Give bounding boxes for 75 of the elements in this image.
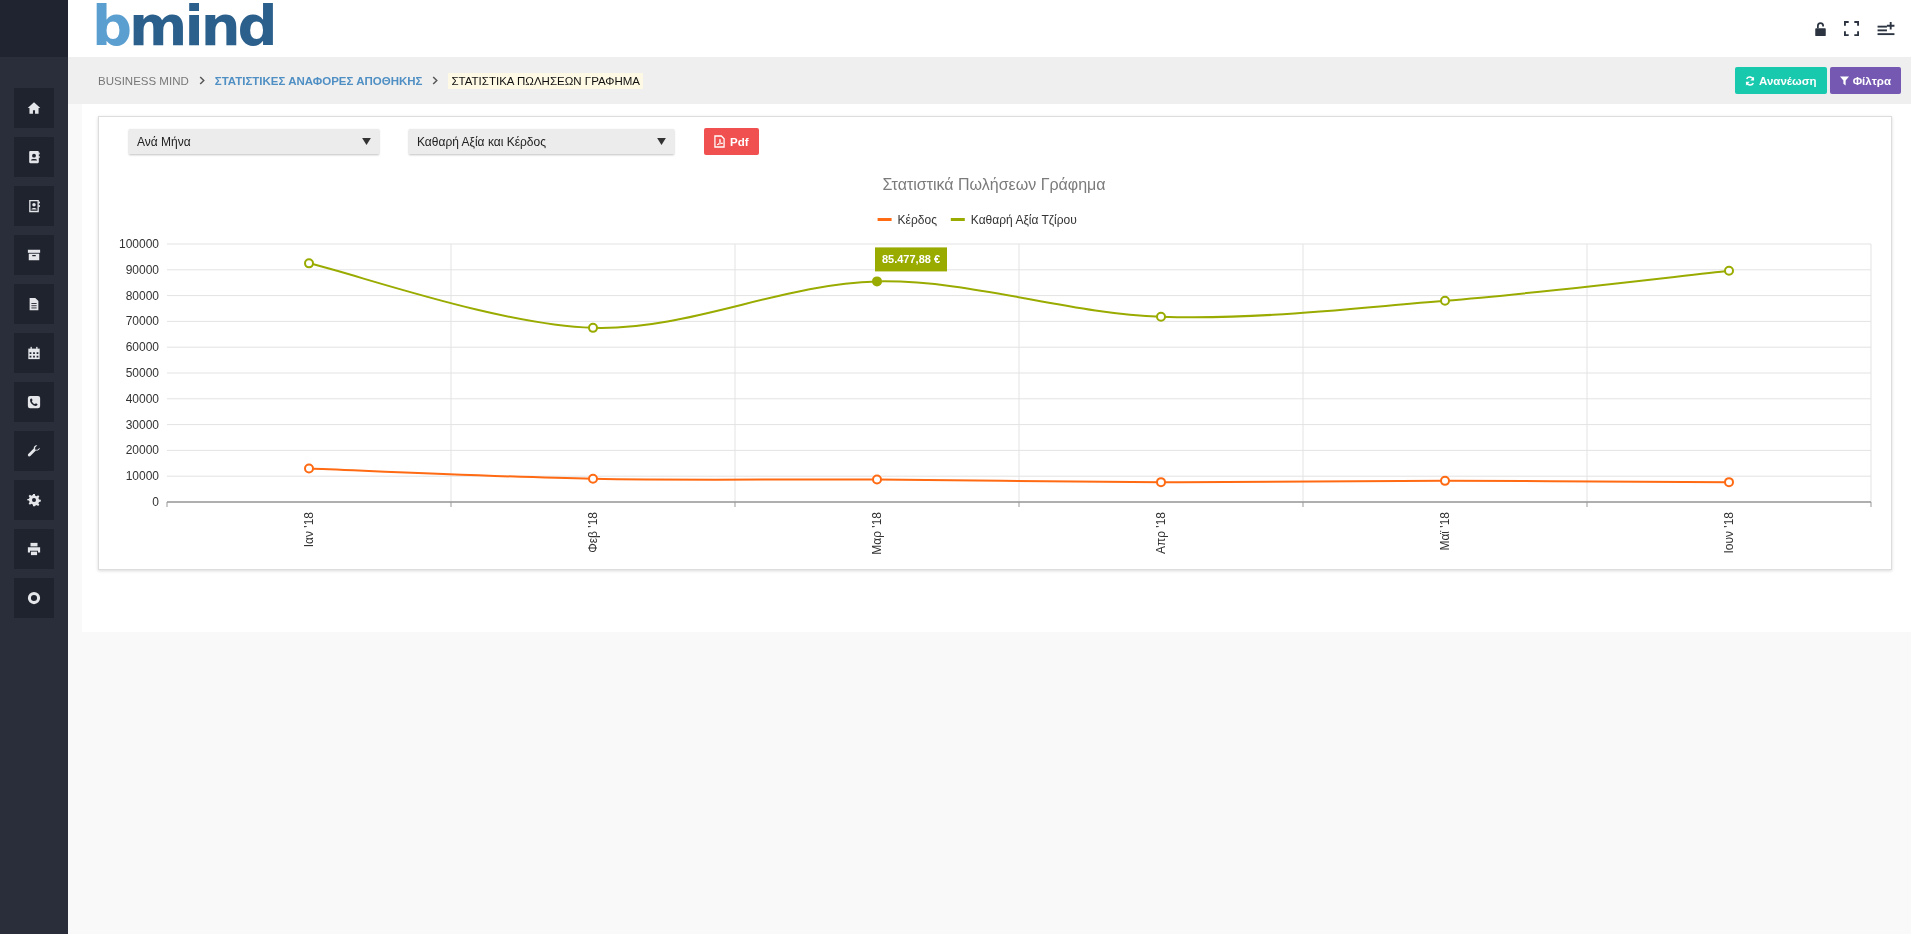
y-axis-label: 40000 [125, 391, 159, 406]
legend-item[interactable]: Κέρδος [877, 213, 937, 227]
sidebar-button[interactable] [14, 578, 54, 618]
y-axis-label: 90000 [125, 262, 159, 277]
archive-box-icon [27, 248, 41, 262]
x-axis-label: Απρ '18 [1154, 512, 1168, 555]
list-add-icon[interactable] [1877, 21, 1895, 36]
y-axis-label: 0 [152, 495, 159, 509]
y-axis-label: 30000 [125, 417, 159, 432]
breadcrumb-link[interactable]: BUSINESS MIND [98, 74, 189, 87]
sidebar-button[interactable] [14, 529, 54, 569]
x-axis-label: Ιουν '18 [1722, 512, 1736, 554]
y-axis-label: 10000 [125, 469, 159, 484]
sidebar-button[interactable] [14, 235, 54, 275]
data-point[interactable] [1440, 475, 1450, 486]
filter-button[interactable]: Φίλτρα [1829, 67, 1901, 94]
chevron-icon [198, 76, 205, 85]
y-axis-label: 20000 [125, 443, 159, 458]
sidebar-button[interactable] [14, 186, 54, 226]
data-point[interactable] [1440, 295, 1450, 306]
data-point[interactable] [1724, 265, 1734, 276]
chart-title: Στατιστικά Πωλήσεων Γράφημα [882, 176, 1106, 193]
legend-label: Κέρδος [897, 213, 938, 227]
sidebar-button[interactable] [14, 333, 54, 373]
data-point[interactable] [304, 258, 314, 269]
data-point[interactable] [1156, 477, 1166, 488]
chevron-icon [432, 76, 439, 85]
unlocked-padlock-icon[interactable] [1815, 21, 1826, 36]
y-axis-label: 80000 [125, 288, 159, 303]
x-axis-label: Μαϊ '18 [1438, 512, 1452, 551]
phone-icon [27, 395, 41, 409]
data-point[interactable] [872, 276, 882, 287]
calendar-icon [27, 346, 41, 360]
breadcrumb-current: ΣΤΑΤΙΣΤΙΚΑ ΠΩΛΗΣΕΩΝ ΓΡΑΦΗΜΑ [448, 72, 644, 89]
refresh-icon [1745, 75, 1756, 86]
y-axis-label: 100000 [118, 237, 159, 251]
pdf-button[interactable]: Pdf [704, 128, 759, 155]
breadcrumb-link[interactable]: ΣΤΑΤΙΣΤΙΚΕΣ ΑΝΑΦΟΡΕΣ ΑΠΟΘΗΚΗΣ [214, 74, 423, 87]
sidebar-button[interactable] [14, 480, 54, 520]
x-axis-label: Ιαν '18 [302, 512, 316, 548]
document-icon [27, 297, 41, 311]
sidebar-button[interactable] [14, 137, 54, 177]
tooltip: 85.477,88 € [875, 247, 947, 272]
home-icon [27, 101, 41, 115]
y-axis-label: 60000 [125, 340, 159, 355]
sidebar-button[interactable] [14, 382, 54, 422]
printer-icon [27, 542, 41, 556]
pdf-file-icon [714, 135, 725, 148]
x-axis-label: Μαρ '18 [870, 512, 884, 555]
dropdown[interactable]: Ανά Μήνα [129, 129, 379, 154]
filter-icon [1839, 75, 1849, 86]
sidebar-button[interactable] [14, 284, 54, 324]
annotation: 85.477,88 € [881, 253, 941, 266]
x-axis-label: Φεβ '18 [586, 512, 600, 553]
y-axis-label: 50000 [125, 366, 159, 380]
contact-card-icon [27, 199, 41, 213]
data-point[interactable] [1156, 311, 1166, 322]
data-point[interactable] [1724, 477, 1734, 488]
caret-icon [657, 138, 666, 145]
gear-icon [27, 493, 41, 507]
data-point[interactable] [588, 322, 598, 333]
legend-item[interactable]: Καθαρή Αξία Τζίρου [950, 213, 1077, 227]
caret-icon [362, 138, 371, 145]
y-axis-label: 70000 [125, 314, 159, 329]
dropdown[interactable]: Καθαρή Αξία και Κέρδος [409, 129, 674, 154]
fullscreen-icon[interactable] [1844, 21, 1859, 36]
logo: bmind [92, 0, 275, 54]
legend-label: Καθαρή Αξία Τζίρου [970, 213, 1077, 227]
data-point[interactable] [304, 463, 314, 474]
wrench-icon [27, 444, 41, 458]
lifebuoy-icon [27, 591, 41, 605]
sidebar-button[interactable] [14, 88, 54, 128]
data-point[interactable] [588, 473, 598, 484]
contact-card-icon [27, 150, 41, 164]
data-point[interactable] [872, 474, 882, 485]
